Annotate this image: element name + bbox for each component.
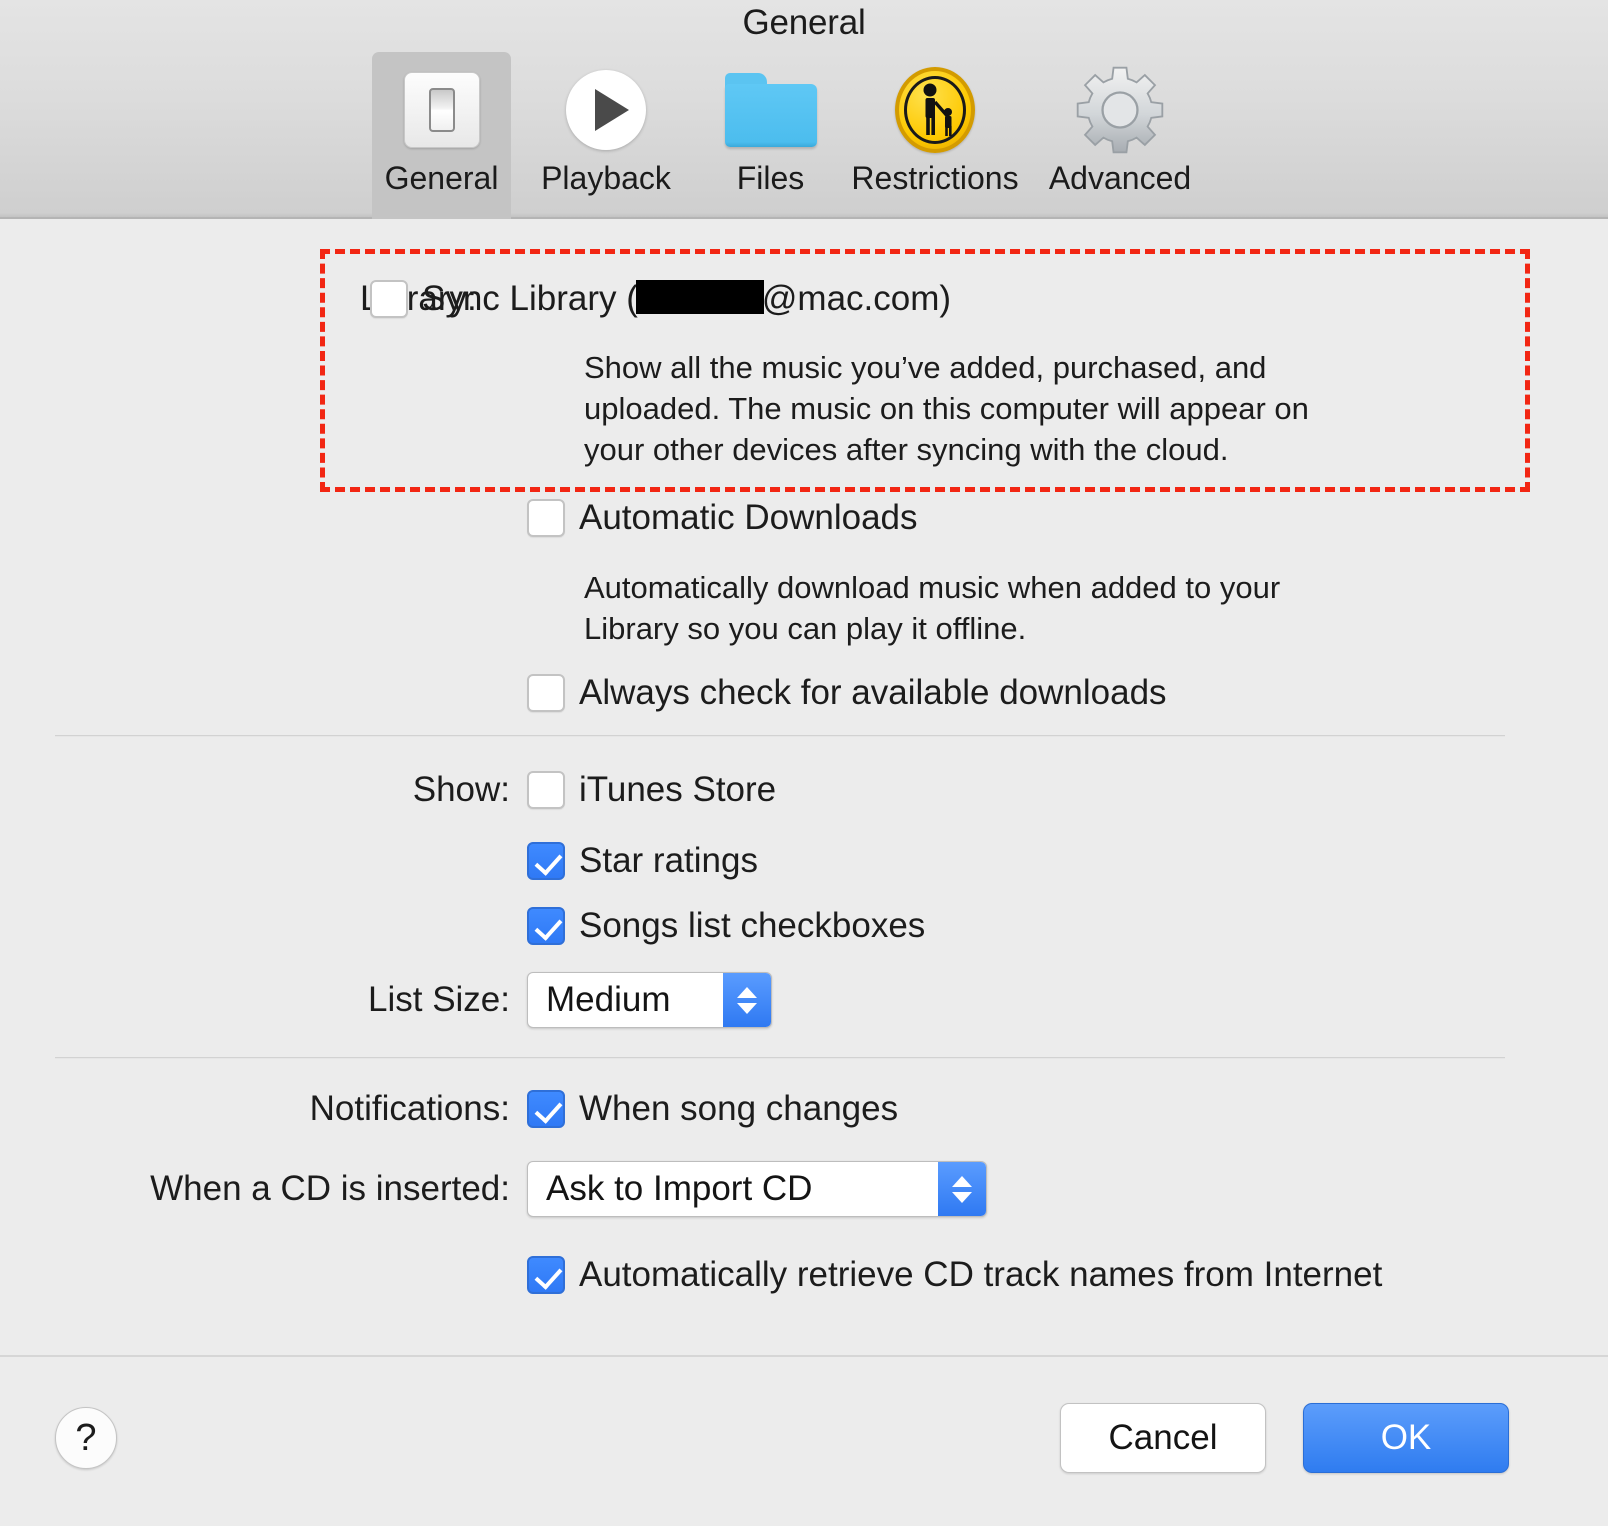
notifications-label: Notifications: — [309, 1089, 510, 1128]
section-divider-2 — [55, 1057, 1505, 1059]
cd-inserted-label: When a CD is inserted: — [150, 1169, 510, 1208]
preferences-tab-bar: General Playback Files Restrictions Adva… — [372, 52, 1210, 219]
show-star-ratings-label: Star ratings — [579, 841, 758, 880]
sync-library-email-domain: @mac.com) — [761, 279, 952, 318]
show-itunes-store-checkbox[interactable] — [527, 771, 565, 809]
notifications-row: Notifications: When song changes — [310, 1089, 899, 1128]
notifications-when-song-changes-label: When song changes — [579, 1089, 899, 1128]
show-itunes-store-row: Show: iTunes Store — [413, 770, 777, 809]
cd-retrieve-names-label: Automatically retrieve CD track names fr… — [579, 1255, 1383, 1294]
ok-button[interactable]: OK — [1303, 1403, 1509, 1473]
list-size-value: Medium — [546, 980, 671, 1019]
show-star-ratings-checkbox[interactable] — [527, 842, 565, 880]
play-icon — [566, 62, 646, 158]
tab-advanced-label: Advanced — [1048, 160, 1192, 196]
show-star-ratings-row: Star ratings — [527, 842, 758, 880]
tab-restrictions-label: Restrictions — [851, 160, 1019, 196]
cancel-button[interactable]: Cancel — [1060, 1403, 1266, 1473]
dialog-footer: ? Cancel OK — [0, 1355, 1608, 1526]
automatic-downloads-checkbox[interactable] — [527, 499, 565, 537]
page-title: General — [742, 3, 866, 42]
tab-playback-label: Playback — [541, 160, 671, 196]
library-row: Library: Sync Library (@mac.com) — [360, 279, 952, 318]
always-check-downloads-label: Always check for available downloads — [579, 673, 1167, 712]
list-size-label: List Size: — [368, 980, 510, 1019]
window-toolbar: General General Playback Files Restricti… — [0, 0, 1608, 219]
tab-restrictions[interactable]: Restrictions — [840, 52, 1030, 219]
gear-icon — [1074, 62, 1166, 158]
list-size-stepper-icon[interactable] — [723, 973, 771, 1027]
list-size-row: List Size: Medium — [368, 972, 772, 1028]
show-itunes-store-label: iTunes Store — [579, 770, 777, 809]
tab-playback[interactable]: Playback — [511, 52, 701, 219]
sync-library-help-text: Show all the music you’ve added, purchas… — [584, 350, 1309, 467]
notifications-when-song-changes-checkbox[interactable] — [527, 1090, 565, 1128]
redacted-email-bar — [635, 280, 764, 314]
automatic-downloads-label: Automatic Downloads — [579, 498, 918, 537]
tab-general-label: General — [384, 160, 499, 196]
section-divider-1 — [55, 735, 1505, 737]
tab-files-label: Files — [736, 160, 805, 196]
restrictions-icon — [895, 62, 975, 158]
folder-icon — [724, 62, 817, 158]
tab-files[interactable]: Files — [701, 52, 840, 219]
sync-library-label: Sync Library (@mac.com) — [422, 280, 951, 318]
preferences-content: Library: Sync Library (@mac.com) Show al… — [0, 219, 1608, 1355]
tab-general[interactable]: General — [372, 52, 511, 219]
cd-inserted-stepper-icon[interactable] — [938, 1162, 986, 1216]
cd-inserted-row: When a CD is inserted: Ask to Import CD — [150, 1161, 987, 1217]
cd-retrieve-names-checkbox[interactable] — [527, 1256, 565, 1294]
help-button[interactable]: ? — [55, 1407, 117, 1469]
cd-inserted-dropdown[interactable]: Ask to Import CD — [527, 1161, 987, 1217]
automatic-downloads-row: Automatic Downloads — [527, 499, 918, 537]
list-size-dropdown[interactable]: Medium — [527, 972, 772, 1028]
always-check-downloads-row: Always check for available downloads — [527, 674, 1167, 712]
cd-inserted-value: Ask to Import CD — [546, 1169, 813, 1208]
show-songs-list-checkboxes-checkbox[interactable] — [527, 907, 565, 945]
automatic-downloads-help-text: Automatically download music when added … — [584, 570, 1281, 646]
always-check-downloads-checkbox[interactable] — [527, 674, 565, 712]
sync-library-checkbox[interactable] — [370, 280, 408, 318]
cd-retrieve-names-row: Automatically retrieve CD track names fr… — [527, 1256, 1382, 1294]
switch-icon — [403, 62, 480, 158]
show-songs-list-checkboxes-label: Songs list checkboxes — [579, 906, 926, 945]
show-label: Show: — [412, 770, 510, 809]
show-songs-list-checkboxes-row: Songs list checkboxes — [527, 907, 925, 945]
tab-advanced[interactable]: Advanced — [1030, 52, 1210, 219]
